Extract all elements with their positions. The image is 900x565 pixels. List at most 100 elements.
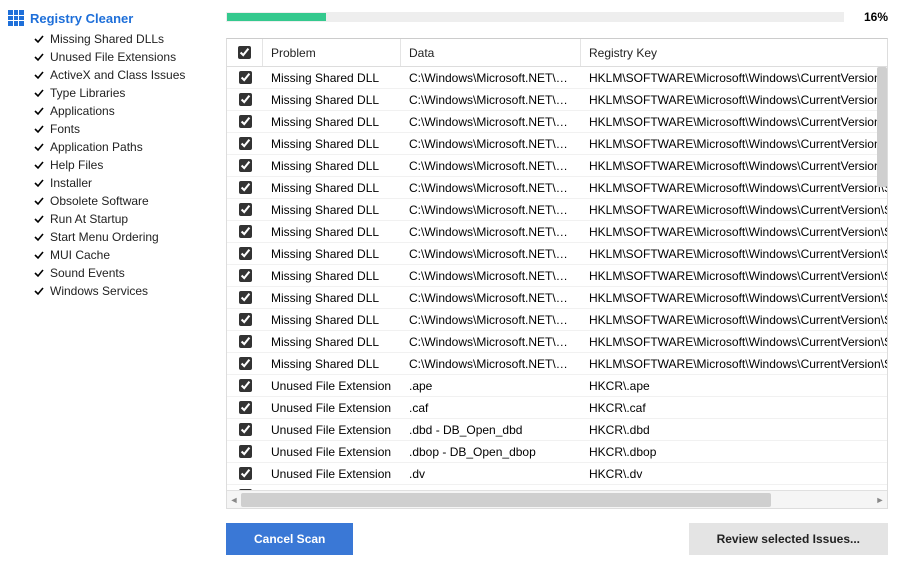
scroll-left-arrow-icon[interactable]: ◄ bbox=[227, 491, 241, 508]
row-checkbox-cell[interactable] bbox=[227, 159, 263, 172]
sidebar-item[interactable]: MUI Cache bbox=[34, 246, 212, 264]
sidebar-item[interactable]: Sound Events bbox=[34, 264, 212, 282]
sidebar-item[interactable]: Start Menu Ordering bbox=[34, 228, 212, 246]
row-checkbox[interactable] bbox=[239, 467, 252, 480]
row-checkbox-cell[interactable] bbox=[227, 269, 263, 282]
table-row[interactable]: Missing Shared DLLC:\Windows\Microsoft.N… bbox=[227, 287, 887, 309]
table-row[interactable]: Missing Shared DLLC:\Windows\Microsoft.N… bbox=[227, 331, 887, 353]
row-checkbox-cell[interactable] bbox=[227, 445, 263, 458]
select-all-checkbox[interactable] bbox=[238, 46, 251, 59]
row-checkbox[interactable] bbox=[239, 269, 252, 282]
table-row[interactable]: Missing Shared DLLC:\Windows\Microsoft.N… bbox=[227, 265, 887, 287]
sidebar-item[interactable]: Type Libraries bbox=[34, 84, 212, 102]
row-checkbox[interactable] bbox=[239, 137, 252, 150]
header-registry-key[interactable]: Registry Key bbox=[581, 39, 887, 66]
table-row[interactable]: Missing Shared DLLC:\Windows\Microsoft.N… bbox=[227, 177, 887, 199]
sidebar-item[interactable]: Application Paths bbox=[34, 138, 212, 156]
row-checkbox[interactable] bbox=[239, 247, 252, 260]
table-row[interactable]: Missing Shared DLLC:\Windows\Microsoft.N… bbox=[227, 111, 887, 133]
sidebar-title[interactable]: Registry Cleaner bbox=[8, 10, 212, 26]
row-checkbox[interactable] bbox=[239, 203, 252, 216]
row-checkbox-cell[interactable] bbox=[227, 181, 263, 194]
review-issues-button[interactable]: Review selected Issues... bbox=[689, 523, 888, 555]
sidebar-item[interactable]: Unused File Extensions bbox=[34, 48, 212, 66]
results-table: Problem Data Registry Key Missing Shared… bbox=[226, 38, 888, 509]
row-checkbox[interactable] bbox=[239, 335, 252, 348]
horizontal-scrollbar[interactable]: ◄ ► bbox=[227, 490, 887, 508]
table-row[interactable]: Missing Shared DLLC:\Windows\Microsoft.N… bbox=[227, 89, 887, 111]
header-checkbox-cell[interactable] bbox=[227, 39, 263, 66]
row-checkbox[interactable] bbox=[239, 291, 252, 304]
cell-problem: Missing Shared DLL bbox=[263, 159, 401, 173]
row-checkbox-cell[interactable] bbox=[227, 467, 263, 480]
sidebar-item[interactable]: Obsolete Software bbox=[34, 192, 212, 210]
row-checkbox[interactable] bbox=[239, 181, 252, 194]
sidebar-item[interactable]: ActiveX and Class Issues bbox=[34, 66, 212, 84]
cell-problem: Missing Shared DLL bbox=[263, 313, 401, 327]
table-row[interactable]: Missing Shared DLLC:\Windows\Microsoft.N… bbox=[227, 243, 887, 265]
table-row[interactable]: Unused File Extension.dvHKCR\.dv bbox=[227, 463, 887, 485]
row-checkbox-cell[interactable] bbox=[227, 401, 263, 414]
row-checkbox-cell[interactable] bbox=[227, 71, 263, 84]
cell-problem: Missing Shared DLL bbox=[263, 247, 401, 261]
row-checkbox-cell[interactable] bbox=[227, 423, 263, 436]
sidebar-item[interactable]: Fonts bbox=[34, 120, 212, 138]
row-checkbox-cell[interactable] bbox=[227, 115, 263, 128]
scroll-right-arrow-icon[interactable]: ► bbox=[873, 491, 887, 508]
row-checkbox[interactable] bbox=[239, 401, 252, 414]
sidebar-item-label: Unused File Extensions bbox=[50, 50, 176, 64]
table-row[interactable]: Missing Shared DLLC:\Windows\Microsoft.N… bbox=[227, 221, 887, 243]
cell-data: C:\Windows\Microsoft.NET\Fra... bbox=[401, 335, 581, 349]
check-icon bbox=[34, 70, 44, 80]
table-row[interactable]: Missing Shared DLLC:\Windows\Microsoft.N… bbox=[227, 353, 887, 375]
row-checkbox[interactable] bbox=[239, 313, 252, 326]
sidebar-item[interactable]: Applications bbox=[34, 102, 212, 120]
row-checkbox[interactable] bbox=[239, 115, 252, 128]
table-row[interactable]: Missing Shared DLLC:\Windows\Microsoft.N… bbox=[227, 309, 887, 331]
cell-data: C:\Windows\Microsoft.NET\Fra... bbox=[401, 203, 581, 217]
row-checkbox-cell[interactable] bbox=[227, 379, 263, 392]
cell-data: .ape bbox=[401, 379, 581, 393]
table-body[interactable]: Missing Shared DLLC:\Windows\Microsoft.N… bbox=[227, 67, 887, 490]
cancel-scan-button[interactable]: Cancel Scan bbox=[226, 523, 353, 555]
sidebar-item[interactable]: Run At Startup bbox=[34, 210, 212, 228]
row-checkbox[interactable] bbox=[239, 357, 252, 370]
row-checkbox-cell[interactable] bbox=[227, 313, 263, 326]
row-checkbox-cell[interactable] bbox=[227, 225, 263, 238]
row-checkbox-cell[interactable] bbox=[227, 291, 263, 304]
header-data[interactable]: Data bbox=[401, 39, 581, 66]
table-row[interactable]: Unused File Extension.apeHKCR\.ape bbox=[227, 375, 887, 397]
row-checkbox[interactable] bbox=[239, 71, 252, 84]
table-row[interactable]: Missing Shared DLLC:\Windows\Microsoft.N… bbox=[227, 199, 887, 221]
table-row[interactable]: Unused File Extension.dbd - DB_Open_dbdH… bbox=[227, 419, 887, 441]
header-problem[interactable]: Problem bbox=[263, 39, 401, 66]
cell-registry-key: HKLM\SOFTWARE\Microsoft\Windows\CurrentV… bbox=[581, 71, 887, 85]
row-checkbox[interactable] bbox=[239, 93, 252, 106]
row-checkbox[interactable] bbox=[239, 445, 252, 458]
row-checkbox[interactable] bbox=[239, 423, 252, 436]
sidebar-item[interactable]: Windows Services bbox=[34, 282, 212, 300]
table-row[interactable]: Unused File Extension.cafHKCR\.caf bbox=[227, 397, 887, 419]
table-row[interactable]: Missing Shared DLLC:\Windows\Microsoft.N… bbox=[227, 67, 887, 89]
vertical-scrollbar-thumb[interactable] bbox=[877, 67, 887, 187]
row-checkbox-cell[interactable] bbox=[227, 247, 263, 260]
row-checkbox-cell[interactable] bbox=[227, 93, 263, 106]
cell-data: .dbop - DB_Open_dbop bbox=[401, 445, 581, 459]
table-row[interactable]: Unused File Extension.dbop - DB_Open_dbo… bbox=[227, 441, 887, 463]
row-checkbox-cell[interactable] bbox=[227, 203, 263, 216]
sidebar-item[interactable]: Missing Shared DLLs bbox=[34, 30, 212, 48]
table-row[interactable]: Missing Shared DLLC:\Windows\Microsoft.N… bbox=[227, 155, 887, 177]
horizontal-scrollbar-thumb[interactable] bbox=[241, 493, 771, 507]
cell-registry-key: HKLM\SOFTWARE\Microsoft\Windows\CurrentV… bbox=[581, 247, 887, 261]
row-checkbox[interactable] bbox=[239, 225, 252, 238]
sidebar-item[interactable]: Help Files bbox=[34, 156, 212, 174]
row-checkbox-cell[interactable] bbox=[227, 137, 263, 150]
row-checkbox[interactable] bbox=[239, 379, 252, 392]
sidebar-item-label: Type Libraries bbox=[50, 86, 125, 100]
sidebar-item[interactable]: Installer bbox=[34, 174, 212, 192]
table-row[interactable]: Missing Shared DLLC:\Windows\Microsoft.N… bbox=[227, 133, 887, 155]
row-checkbox-cell[interactable] bbox=[227, 357, 263, 370]
progress-percent: 16% bbox=[854, 10, 888, 24]
row-checkbox-cell[interactable] bbox=[227, 335, 263, 348]
row-checkbox[interactable] bbox=[239, 159, 252, 172]
